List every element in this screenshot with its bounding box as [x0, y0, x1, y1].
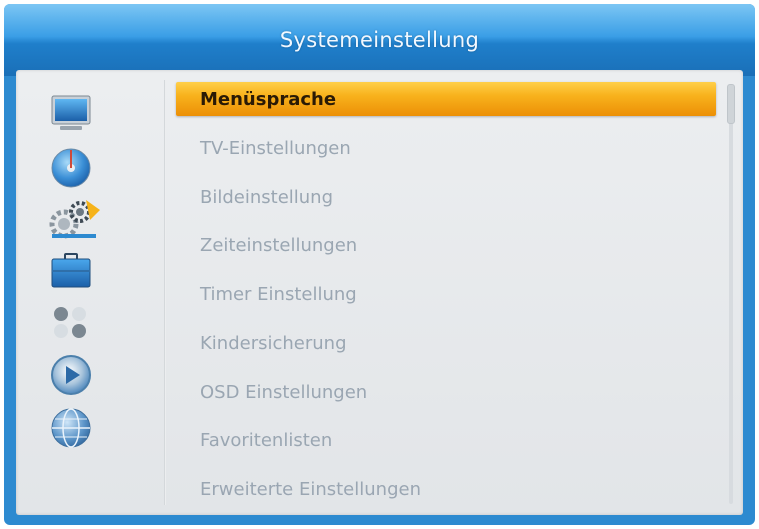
- globe-icon[interactable]: [46, 402, 96, 452]
- settings-gears-icon[interactable]: [46, 194, 100, 244]
- scrollbar-track: [729, 84, 733, 504]
- sidebar-divider: [164, 80, 166, 505]
- menu-item-kindersicherung[interactable]: Kindersicherung: [176, 326, 716, 360]
- title-bar: Systemeinstellung: [4, 4, 755, 76]
- content-panel: Menüsprache TV-Einstellungen Bildeinstel…: [16, 70, 743, 515]
- menu-item-label: Kindersicherung: [200, 332, 347, 354]
- menu-item-label: Menüsprache: [200, 88, 337, 110]
- menu-item-osd-einstellungen[interactable]: OSD Einstellungen: [176, 375, 716, 409]
- menu-scrollbar[interactable]: [726, 84, 736, 504]
- menu-item-label: Erweiterte Einstellungen: [200, 478, 421, 500]
- menu-item-label: Timer Einstellung: [200, 283, 357, 305]
- page-title: Systemeinstellung: [279, 28, 480, 52]
- disc-icon[interactable]: [46, 142, 96, 192]
- menu-item-favoritenlisten[interactable]: Favoritenlisten: [176, 423, 716, 457]
- menu-item-label: Bildeinstellung: [200, 186, 334, 208]
- briefcase-icon[interactable]: [46, 246, 96, 296]
- menu-item-timer-einstellung[interactable]: Timer Einstellung: [176, 277, 716, 311]
- menu-item-menusprache[interactable]: Menüsprache: [176, 82, 716, 116]
- media-player-icon[interactable]: [46, 350, 96, 400]
- menu-item-label: Favoritenlisten: [200, 429, 333, 451]
- menu-item-label: OSD Einstellungen: [200, 381, 368, 403]
- menu-item-zeiteinstellungen[interactable]: Zeiteinstellungen: [176, 228, 716, 262]
- menu-item-erweiterte-einstellungen[interactable]: Erweiterte Einstellungen: [176, 472, 716, 506]
- menu-item-label: Zeiteinstellungen: [200, 234, 358, 256]
- menu-item-tv-einstellungen[interactable]: TV-Einstellungen: [176, 131, 716, 165]
- menu-item-bildeinstellung[interactable]: Bildeinstellung: [176, 180, 716, 214]
- tv-screen-icon[interactable]: [46, 90, 96, 140]
- scrollbar-thumb[interactable]: [727, 84, 735, 124]
- games-icon[interactable]: [46, 298, 96, 348]
- settings-window: Systemeinstellung Menüsprache TV-Einstel…: [4, 4, 755, 525]
- menu-item-label: TV-Einstellungen: [200, 137, 351, 159]
